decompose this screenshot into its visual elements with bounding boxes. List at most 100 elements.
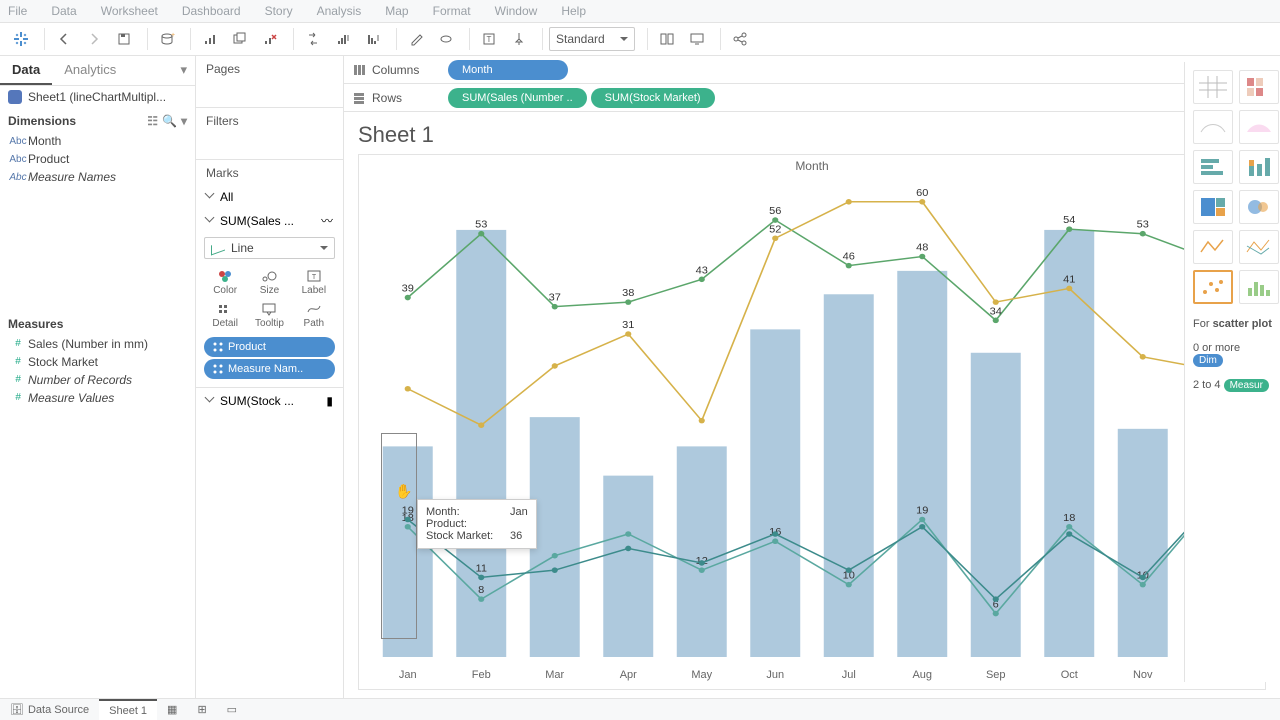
menu-data[interactable]: Data	[51, 4, 76, 18]
x-axis-labels: JanFebMarAprMayJunJulAugSepOctNovDec	[371, 669, 1253, 681]
field-number-of-records[interactable]: #Number of Records	[0, 371, 195, 389]
rows-pill-stock[interactable]: SUM(Stock Market)	[591, 88, 715, 108]
logo-icon[interactable]	[8, 26, 34, 52]
new-dashboard-button[interactable]: ⊞	[187, 699, 216, 720]
menu-window[interactable]: Window	[495, 4, 538, 18]
new-story-button[interactable]: ▭	[217, 699, 247, 720]
svg-text:37: 37	[549, 292, 561, 303]
svg-text:11: 11	[476, 563, 488, 574]
marks-color-cell[interactable]: Color	[204, 267, 246, 298]
svg-text:43: 43	[696, 265, 708, 276]
show-me-panel[interactable]: For scatter plot 0 or more Dim 2 to 4 Me…	[1184, 62, 1280, 682]
forward-button[interactable]	[81, 26, 107, 52]
marks-sales-row[interactable]: SUM(Sales ...〰	[196, 208, 343, 233]
svg-text:18: 18	[1063, 512, 1075, 523]
new-worksheet-button[interactable]: ▦	[157, 699, 187, 720]
save-button[interactable]	[111, 26, 137, 52]
swap-axes-button[interactable]	[300, 26, 326, 52]
field-product[interactable]: AbcProduct	[0, 150, 195, 168]
marks-stock-row[interactable]: SUM(Stock ...▮	[196, 387, 343, 412]
marks-pill-measurenames[interactable]: Measure Nam..	[204, 359, 335, 379]
showme-circle-icon[interactable]	[1239, 190, 1279, 224]
showme-scatter-icon[interactable]	[1193, 270, 1233, 304]
menu-worksheet[interactable]: Worksheet	[101, 4, 158, 18]
highlight-button[interactable]	[403, 26, 429, 52]
columns-shelf[interactable]: Columns Month	[344, 56, 1280, 84]
marks-label-cell[interactable]: TLabel	[293, 267, 335, 298]
toolbar: + T Standard	[0, 22, 1280, 56]
tooltip: Month:Jan Product: Stock Market:36	[417, 499, 537, 549]
menu-help[interactable]: Help	[561, 4, 586, 18]
datasource-icon	[8, 90, 22, 104]
columns-pill-month[interactable]: Month	[448, 60, 568, 80]
tab-data[interactable]: Data	[0, 56, 52, 85]
detail-icon	[216, 302, 234, 316]
group-button[interactable]	[433, 26, 459, 52]
menubar: File Data Worksheet Dashboard Story Anal…	[0, 0, 1280, 22]
pane-menu-icon[interactable]: ▾	[172, 56, 195, 85]
back-button[interactable]	[51, 26, 77, 52]
svg-text:34: 34	[990, 306, 1002, 317]
showme-map-icon[interactable]	[1193, 110, 1233, 144]
marks-detail-cell[interactable]: Detail	[204, 300, 246, 331]
svg-text:31: 31	[622, 320, 634, 331]
rows-pill-sales[interactable]: SUM(Sales (Number ..	[448, 88, 587, 108]
marks-pill-product[interactable]: Product	[204, 337, 335, 357]
mark-type-select[interactable]: Line	[204, 237, 335, 259]
field-measure-values[interactable]: #Measure Values	[0, 389, 195, 407]
showme-histogram-icon[interactable]	[1239, 270, 1279, 304]
showme-hint-2: 0 or more Dim	[1185, 336, 1280, 373]
showme-hbar-icon[interactable]	[1193, 150, 1233, 184]
tab-data-source[interactable]: 🗄Data Source	[0, 699, 99, 720]
field-measure-names[interactable]: AbcMeasure Names	[0, 168, 195, 186]
showme-dual-line-icon[interactable]	[1239, 230, 1279, 264]
field-sales-number-in-mm-[interactable]: #Sales (Number in mm)	[0, 335, 195, 353]
tab-sheet-1[interactable]: Sheet 1	[99, 699, 157, 720]
showme-line-icon[interactable]	[1193, 230, 1233, 264]
find-field-icon[interactable]: 🔍	[162, 114, 177, 128]
field-stock-market[interactable]: #Stock Market	[0, 353, 195, 371]
showme-stackbar-icon[interactable]	[1239, 150, 1279, 184]
showme-heatmap-icon[interactable]	[1239, 70, 1279, 104]
menu-analysis[interactable]: Analysis	[317, 4, 362, 18]
marks-path-cell[interactable]: Path	[293, 300, 335, 331]
duplicate-sheet-button[interactable]	[227, 26, 253, 52]
path-icon	[305, 302, 323, 316]
marks-tooltip-cell[interactable]: Tooltip	[248, 300, 290, 331]
sort-desc-button[interactable]	[360, 26, 386, 52]
size-icon	[260, 269, 278, 283]
showme-treemap-icon[interactable]	[1193, 190, 1233, 224]
showme-text-table-icon[interactable]	[1193, 70, 1233, 104]
label-toggle-button[interactable]: T	[476, 26, 502, 52]
new-sheet-button[interactable]	[197, 26, 223, 52]
clear-sheet-button[interactable]	[257, 26, 283, 52]
menu-dashboard[interactable]: Dashboard	[182, 4, 241, 18]
showme-filled-map-icon[interactable]	[1239, 110, 1279, 144]
chart-viewport[interactable]: Month 3953373843564648345453473152604123…	[358, 154, 1266, 690]
cursor-pointer-icon: ✋	[395, 483, 412, 500]
marks-size-cell[interactable]: Size	[248, 267, 290, 298]
filters-shelf[interactable]: Filters	[196, 108, 343, 160]
field-month[interactable]: AbcMonth	[0, 132, 195, 150]
view-data-icon[interactable]: ☷	[147, 114, 158, 128]
svg-text:56: 56	[769, 206, 781, 217]
tab-analytics[interactable]: Analytics	[52, 56, 128, 85]
menu-format[interactable]: Format	[433, 4, 471, 18]
fit-mode-select[interactable]: Standard	[549, 27, 635, 51]
marks-all-row[interactable]: All	[196, 186, 343, 208]
menu-story[interactable]: Story	[265, 4, 293, 18]
rows-shelf[interactable]: Rows SUM(Sales (Number .. SUM(Stock Mark…	[344, 84, 1280, 112]
pages-shelf[interactable]: Pages	[196, 56, 343, 108]
menu-file[interactable]: File	[8, 4, 27, 18]
svg-text:46: 46	[843, 251, 855, 262]
new-datasource-button[interactable]: +	[154, 26, 180, 52]
datasource-row[interactable]: Sheet1 (lineChartMultipl...	[0, 86, 195, 108]
share-button[interactable]	[727, 26, 753, 52]
menu-map[interactable]: Map	[385, 4, 408, 18]
sort-asc-button[interactable]	[330, 26, 356, 52]
presentation-button[interactable]	[684, 26, 710, 52]
sheet-title[interactable]: Sheet 1	[344, 112, 1280, 154]
pane-menu-caret-icon[interactable]: ▾	[181, 114, 187, 128]
show-cards-button[interactable]	[654, 26, 680, 52]
pin-button[interactable]	[506, 26, 532, 52]
